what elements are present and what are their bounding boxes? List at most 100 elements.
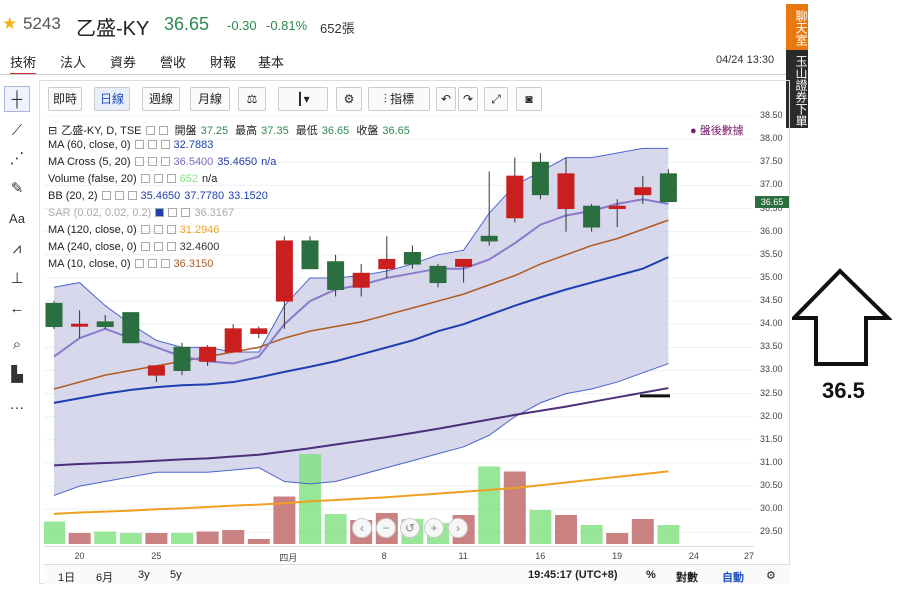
ma120-eye-icon[interactable] [140, 225, 150, 234]
volume-bar [44, 521, 65, 544]
sar-eye-icon[interactable] [155, 208, 165, 217]
fib-tool-icon[interactable]: ⋰ [4, 146, 30, 172]
zoom-out-icon[interactable]: − [376, 518, 396, 538]
favorite-star-icon[interactable]: ★ [2, 14, 17, 34]
price-axis[interactable]: 38.5038.0037.5037.0036.5036.0035.5035.00… [754, 110, 790, 544]
chart-type-icon[interactable]: ┃▾ [278, 87, 328, 111]
macross-value-1: 36.5400 [173, 156, 214, 168]
volume-eye-icon[interactable] [140, 174, 150, 183]
price-tick-label: 38.50 [760, 110, 783, 120]
percent-toggle[interactable]: % [646, 569, 656, 581]
volume-label: Volume (false, 20) [48, 173, 137, 185]
price-change: -0.30 [227, 18, 257, 33]
ma240-label: MA (240, close, 0) [48, 241, 137, 253]
volume-close-icon[interactable] [166, 174, 176, 183]
quote-header: ★ 5243 乙盛-KY 36.65 -0.30 -0.81% 652張 [0, 0, 780, 46]
tab-technical[interactable]: 技術 [10, 52, 37, 75]
scroll-right-icon[interactable]: › [448, 518, 468, 538]
measure-icon[interactable]: ⊥ [4, 266, 30, 292]
interval-weekly[interactable]: 週線 [142, 87, 180, 111]
zoom-in-icon[interactable]: + [424, 518, 444, 538]
scroll-left-icon[interactable]: ‹ [352, 518, 372, 538]
arrow-left-icon[interactable]: ← [4, 296, 30, 322]
tab-financials[interactable]: 財報 [210, 52, 236, 71]
ma120-settings-icon[interactable] [153, 225, 163, 234]
sar-settings-icon[interactable] [168, 208, 178, 217]
volume-value: 652 [179, 173, 199, 185]
volume-bar [171, 533, 193, 544]
chatroom-link[interactable]: 聊天室 [786, 4, 808, 50]
text-tool-icon[interactable]: Aa [4, 206, 30, 232]
trend-line-icon[interactable]: ⟋ [4, 118, 30, 144]
candle-body [634, 187, 652, 196]
ma240-value: 32.4600 [179, 241, 220, 253]
legend-eye-icon[interactable] [145, 126, 155, 135]
ma60-close-icon[interactable] [160, 140, 170, 149]
log-toggle[interactable]: 對數 [676, 569, 698, 585]
bb-settings-icon[interactable] [114, 191, 124, 200]
zoom-icon[interactable]: ⌕ [4, 332, 30, 358]
ma240-eye-icon[interactable] [140, 242, 150, 251]
tab-revenue[interactable]: 營收 [160, 52, 186, 71]
legend-ma240: MA (240, close, 0) 32.4600 [48, 241, 223, 257]
ma60-eye-icon[interactable] [134, 140, 144, 149]
macross-close-icon[interactable] [160, 157, 170, 166]
compare-icon[interactable]: ⚖ [238, 87, 266, 111]
fullscreen-icon[interactable]: ⤢ [484, 87, 508, 111]
tab-basic[interactable]: 基本 [258, 52, 284, 71]
volume-bar [145, 533, 168, 544]
ma60-settings-icon[interactable] [147, 140, 157, 149]
tab-institutional[interactable]: 法人 [60, 52, 86, 71]
legend-bb: BB (20, 2) 35.4650 37.7780 33.1520 [48, 190, 272, 206]
ruler-icon[interactable]: ▙ [4, 362, 30, 388]
macross-eye-icon[interactable] [134, 157, 144, 166]
volume-bar [555, 515, 577, 544]
interval-daily[interactable]: 日線 [94, 87, 130, 111]
volume-bar [94, 531, 117, 544]
price-tick-label: 33.00 [760, 364, 783, 375]
ma10-close-icon[interactable] [160, 259, 170, 268]
camera-icon[interactable]: ◙ [516, 87, 542, 111]
ma10-eye-icon[interactable] [134, 259, 144, 268]
reset-icon[interactable]: ↺ [400, 518, 420, 538]
interval-realtime[interactable]: 即時 [48, 87, 82, 111]
range-6m[interactable]: 6月 [96, 569, 113, 585]
ma240-close-icon[interactable] [166, 242, 176, 251]
tab-margin[interactable]: 資券 [110, 52, 136, 71]
ma240-settings-icon[interactable] [153, 242, 163, 251]
interval-monthly[interactable]: 月線 [190, 87, 230, 111]
legend-macross: MA Cross (5, 20) 36.5400 35.4650 n/a [48, 156, 280, 172]
date-tick-label: 8 [381, 551, 387, 561]
time-axis[interactable]: 20 25 四月 8 11 16 19 24 27 [44, 546, 754, 564]
candle-body [250, 328, 268, 334]
range-1d[interactable]: 1日 [58, 569, 75, 585]
brush-icon[interactable]: ✎ [4, 176, 30, 202]
sar-close-icon[interactable] [181, 208, 191, 217]
ma120-close-icon[interactable] [166, 225, 176, 234]
range-5y[interactable]: 5y [170, 569, 182, 581]
undo-icon[interactable]: ↶ [436, 87, 456, 111]
legend-settings-icon[interactable] [158, 126, 168, 135]
legend-ma120: MA (120, close, 0) 31.2946 [48, 224, 223, 240]
crosshair-icon[interactable]: ┼ [4, 86, 30, 112]
volume-settings-icon[interactable] [153, 174, 163, 183]
macross-settings-icon[interactable] [147, 157, 157, 166]
collapse-icon[interactable]: ⊟ [48, 125, 57, 137]
bb-close-icon[interactable] [127, 191, 137, 200]
date-tick-label: 19 [612, 551, 623, 561]
ma10-settings-icon[interactable] [147, 259, 157, 268]
range-3y[interactable]: 3y [138, 569, 150, 581]
settings-gear-icon[interactable]: ⚙ [336, 87, 362, 111]
candle-body [96, 321, 114, 328]
auto-scale-toggle[interactable]: 自動 [722, 569, 744, 585]
stock-code: 5243 [23, 14, 61, 33]
indicators-button[interactable]: ⫶ 指標 [368, 87, 430, 111]
after-hours-link[interactable]: ● 盤後數據 [690, 122, 744, 138]
volume-bar [606, 533, 629, 544]
pattern-icon[interactable]: ⩘ [4, 236, 30, 262]
redo-icon[interactable]: ↷ [458, 87, 478, 111]
bb-eye-icon[interactable] [101, 191, 111, 200]
more-icon[interactable]: … [4, 392, 30, 418]
axis-settings-icon[interactable]: ⚙ [766, 569, 776, 582]
volume-bar [196, 531, 219, 544]
